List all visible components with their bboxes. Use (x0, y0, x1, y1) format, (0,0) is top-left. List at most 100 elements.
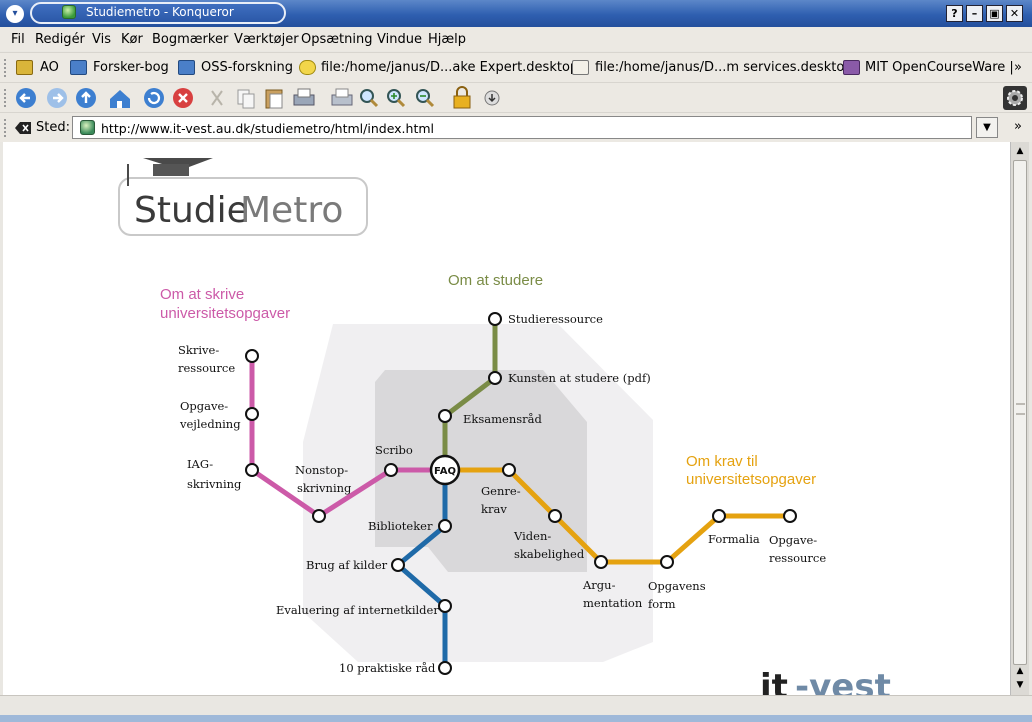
menu-hjaelp[interactable]: Hjælp (428, 32, 466, 47)
bookmark-oss-forskning[interactable]: OSS-forskning (201, 60, 293, 75)
bookmark-mit-ocw[interactable]: MIT OpenCourseWare | (865, 60, 1014, 75)
label-form-2[interactable]: form (648, 597, 676, 611)
back-icon[interactable] (16, 88, 36, 108)
scroll-down-arrow-icon[interactable]: ▼ (1013, 679, 1027, 691)
bookmark-expert-desktop[interactable]: file:/home/janus/D...ake Expert.desktop (321, 60, 578, 75)
label-internetkilder[interactable]: Evaluering af internetkilder (276, 603, 439, 617)
menu-kor[interactable]: Kør (121, 32, 143, 47)
label-viden-2[interactable]: skabelighed (514, 547, 585, 561)
bookmark-services-desktop[interactable]: file:/home/janus/D...m services.desktop (595, 60, 853, 75)
station-argumentation[interactable] (594, 555, 608, 569)
section-title-write-2[interactable]: universitetsopgaver (160, 305, 290, 322)
label-iag-2[interactable]: skrivning (187, 477, 242, 491)
home-icon[interactable] (110, 90, 130, 108)
station-praktiske-raad[interactable] (438, 661, 452, 675)
label-formalia[interactable]: Formalia (708, 532, 760, 546)
konqueror-gear-icon[interactable] (1003, 86, 1027, 110)
label-viden-1[interactable]: Viden- (513, 529, 551, 543)
label-kilder[interactable]: Brug af kilder (306, 558, 388, 572)
section-title-write-1[interactable]: Om at skrive (160, 286, 244, 303)
station-skriveressource[interactable] (245, 349, 259, 363)
scrollbar-thumb[interactable] (1013, 160, 1027, 665)
scroll-up-arrow-icon[interactable]: ▲ (1013, 144, 1027, 158)
label-opgave-2[interactable]: vejledning (179, 417, 241, 431)
label-argu-1[interactable]: Argu- (582, 578, 616, 592)
minimize-button[interactable]: – (966, 5, 983, 22)
window-menu-button[interactable]: ▾ (6, 5, 24, 23)
reload-icon[interactable] (144, 88, 164, 108)
zoom-in-icon[interactable] (387, 89, 406, 108)
vertical-scrollbar[interactable]: ▲ ▲ ▼ (1010, 142, 1029, 695)
station-evaluering-internetkilder[interactable] (438, 599, 452, 613)
label-eksamensraad[interactable]: Eksamensråd (463, 412, 542, 426)
station-nonstop-skrivning[interactable] (312, 509, 326, 523)
print-frame-icon[interactable] (331, 88, 353, 106)
label-kunsten[interactable]: Kunsten at studere (pdf) (508, 371, 651, 385)
up-icon[interactable] (76, 88, 96, 108)
station-eksamensraad[interactable] (438, 409, 452, 423)
copy-icon[interactable] (237, 89, 255, 109)
toolbar-grip[interactable] (4, 119, 8, 137)
location-more-button[interactable]: » (1014, 119, 1022, 134)
label-opgressource-1[interactable]: Opgave- (769, 533, 817, 547)
label-skrive-2[interactable]: ressource (178, 361, 235, 375)
label-opgave-1[interactable]: Opgave- (180, 399, 228, 413)
zoom-out-icon[interactable] (416, 89, 435, 108)
label-argu-2[interactable]: mentation (583, 596, 643, 610)
section-title-demands-1[interactable]: Om krav til (686, 453, 758, 470)
station-kunsten-at-studere[interactable] (488, 371, 502, 385)
menu-rediger[interactable]: Redigér (35, 32, 85, 47)
label-nonstop-1[interactable]: Nonstop- (295, 463, 348, 477)
stop-icon[interactable] (173, 88, 193, 108)
bookmark-forsker-bog[interactable]: Forsker-bog (93, 60, 169, 75)
label-genre-1[interactable]: Genre- (481, 484, 521, 498)
station-videnskabelighed[interactable] (548, 509, 562, 523)
menu-vindue[interactable]: Vindue (377, 32, 422, 47)
forward-icon[interactable] (47, 88, 67, 108)
menu-vis[interactable]: Vis (92, 32, 111, 47)
label-biblioteker[interactable]: Biblioteker (368, 519, 433, 533)
download-icon[interactable] (484, 90, 500, 106)
section-title-study[interactable]: Om at studere (448, 272, 543, 289)
security-lock-icon[interactable] (453, 86, 471, 109)
menu-vaerktojer[interactable]: Værktøjer (234, 32, 299, 47)
paste-icon[interactable] (265, 89, 283, 109)
label-genre-2[interactable]: krav (481, 502, 507, 516)
bookmarks-more-button[interactable]: » (1014, 60, 1022, 75)
location-history-dropdown[interactable]: ▼ (976, 117, 998, 138)
station-formalia[interactable] (712, 509, 726, 523)
faq-hub[interactable]: FAQ (429, 454, 461, 486)
label-opgressource-2[interactable]: ressource (769, 551, 826, 565)
bookmark-ao[interactable]: AO (40, 60, 59, 75)
maximize-button[interactable]: ▣ (986, 5, 1003, 22)
toolbar-grip[interactable] (4, 59, 8, 77)
label-iag-1[interactable]: IAG- (187, 457, 213, 471)
scroll-up-arrow-icon[interactable]: ▲ (1013, 665, 1027, 677)
help-button[interactable]: ? (946, 5, 963, 22)
label-scribo[interactable]: Scribo (375, 443, 413, 457)
label-nonstop-2[interactable]: skrivning (297, 481, 352, 495)
station-genrekrav[interactable] (502, 463, 516, 477)
clear-location-icon[interactable] (15, 121, 31, 135)
label-skrive-1[interactable]: Skrive- (178, 343, 219, 357)
zoom-icon[interactable] (360, 89, 379, 108)
label-praktiske-raad[interactable]: 10 praktiske råd (339, 661, 436, 675)
station-iag-skrivning[interactable] (245, 463, 259, 477)
station-brug-af-kilder[interactable] (391, 558, 405, 572)
station-opgavens-form[interactable] (660, 555, 674, 569)
section-title-demands-2[interactable]: universitetsopgaver (686, 471, 816, 488)
toolbar-grip[interactable] (4, 89, 8, 107)
station-opgaveressource[interactable] (783, 509, 797, 523)
label-form-1[interactable]: Opgavens (648, 579, 706, 593)
label-studieressource[interactable]: Studieressource (508, 312, 603, 326)
menu-fil[interactable]: Fil (11, 32, 25, 47)
station-opgavevejledning[interactable] (245, 407, 259, 421)
cut-icon[interactable] (211, 90, 223, 106)
studiemetro-logo[interactable]: Studie Metro (118, 158, 368, 236)
location-field[interactable]: http://www.it-vest.au.dk/studiemetro/htm… (72, 116, 972, 139)
station-scribo[interactable] (384, 463, 398, 477)
it-vest-logo[interactable]: it -vest (760, 667, 891, 695)
station-studieressource[interactable] (488, 312, 502, 326)
close-button[interactable]: ✕ (1006, 5, 1023, 22)
station-biblioteker[interactable] (438, 519, 452, 533)
